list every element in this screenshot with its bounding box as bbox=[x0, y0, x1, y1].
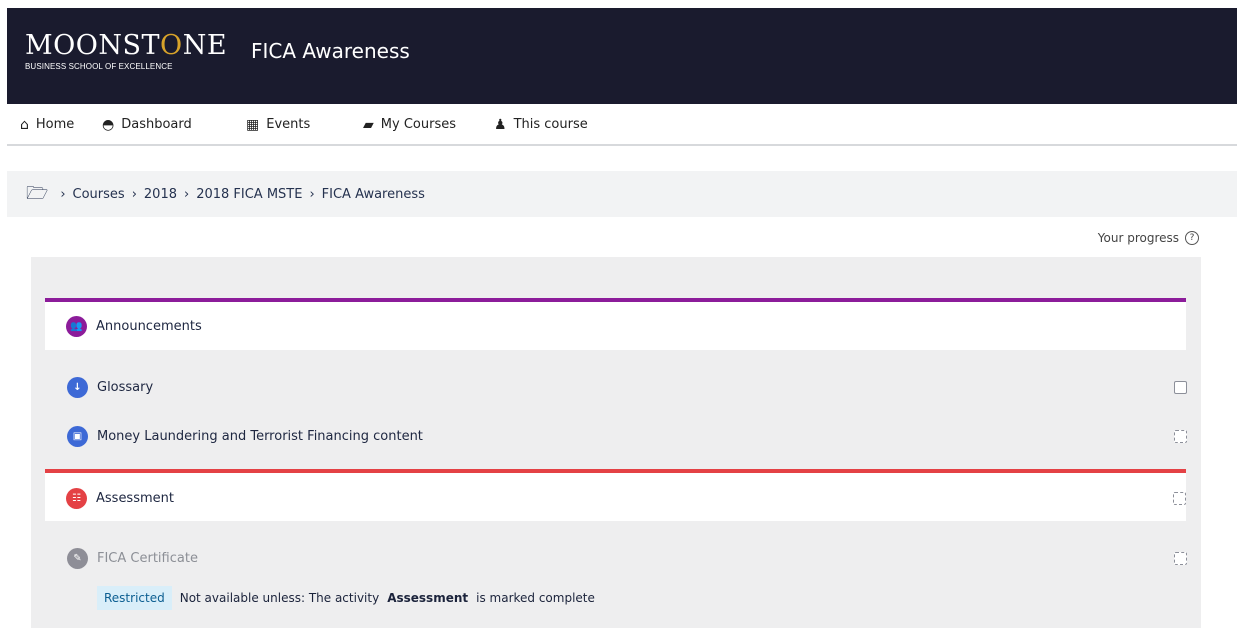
assessment-completion-indicator bbox=[1173, 492, 1186, 505]
section-assessment: ☷ Assessment bbox=[45, 469, 1186, 521]
content-completion-indicator bbox=[1174, 430, 1187, 443]
glossary-activity[interactable]: ↓ Glossary bbox=[67, 377, 153, 398]
nav-my-courses-link[interactable]: ▰ My Courses bbox=[363, 117, 456, 132]
nav-dashboard-label: Dashboard bbox=[121, 117, 192, 132]
dashboard-icon: ◓ bbox=[102, 116, 115, 133]
breadcrumb-separator-icon: › bbox=[184, 186, 190, 202]
quiz-icon: ☷ bbox=[66, 488, 87, 509]
logo-tagline: BUSINESS SCHOOL OF EXCELLENCE bbox=[25, 62, 173, 71]
content-title: Money Laundering and Terrorist Financing… bbox=[97, 429, 423, 444]
assessment-activity[interactable]: ☷ Assessment bbox=[66, 488, 174, 509]
breadcrumb-item-year[interactable]: 2018 bbox=[144, 187, 177, 202]
nav-home-link[interactable]: ⌂ Home bbox=[20, 117, 74, 132]
breadcrumb-item-category[interactable]: 2018 FICA MSTE bbox=[196, 187, 302, 202]
site-header: MOONSTONE BUSINESS SCHOOL OF EXCELLENCE … bbox=[7, 8, 1237, 104]
breadcrumb-separator-icon: › bbox=[309, 186, 315, 202]
restriction-prefix: Not available unless: The activity bbox=[179, 591, 380, 605]
your-progress-label: Your progress bbox=[1097, 231, 1179, 245]
nav-this-course-link[interactable]: ♟ This course bbox=[494, 117, 588, 132]
main-navigation: ⌂ Home ◓ Dashboard ▦ Events ▰ My Courses… bbox=[7, 104, 1237, 146]
restriction-suffix: is marked complete bbox=[476, 591, 595, 605]
section-announcements: 👥 Announcements bbox=[45, 298, 1186, 350]
briefcase-icon: ▰ bbox=[363, 116, 374, 133]
certificate-icon: ✎ bbox=[67, 548, 88, 569]
assessment-title: Assessment bbox=[96, 491, 174, 506]
forum-icon: 👥 bbox=[66, 316, 87, 337]
restriction-activity: Assessment bbox=[387, 591, 469, 605]
site-logo[interactable]: MOONSTONE BUSINESS SCHOOL OF EXCELLENCE bbox=[25, 30, 228, 72]
calendar-icon: ▦ bbox=[246, 116, 260, 133]
glossary-completion-checkbox[interactable] bbox=[1174, 381, 1187, 394]
nav-dashboard-link[interactable]: ◓ Dashboard bbox=[102, 117, 192, 132]
restriction-notice: Restricted Not available unless: The act… bbox=[97, 586, 595, 610]
folder-open-icon: 🗁 bbox=[26, 183, 49, 204]
course-content: 👥 Announcements ↓ Glossary ▣ Money Laund… bbox=[31, 257, 1201, 628]
certificate-title: FICA Certificate bbox=[97, 551, 198, 566]
certificate-activity: ✎ FICA Certificate bbox=[67, 548, 198, 569]
site-title[interactable]: FICA Awareness bbox=[251, 39, 410, 63]
breadcrumb-item-courses[interactable]: Courses bbox=[73, 187, 125, 202]
restricted-badge: Restricted bbox=[97, 586, 172, 610]
breadcrumb: 🗁 › Courses › 2018 › 2018 FICA MSTE › FI… bbox=[7, 171, 1237, 217]
content-activity[interactable]: ▣ Money Laundering and Terrorist Financi… bbox=[67, 426, 423, 447]
breadcrumb-separator-icon: › bbox=[60, 186, 66, 202]
page-icon: ▣ bbox=[67, 426, 88, 447]
nav-home-label: Home bbox=[35, 117, 75, 132]
breadcrumb-item-course[interactable]: FICA Awareness bbox=[322, 187, 425, 202]
glossary-title: Glossary bbox=[97, 380, 154, 395]
home-icon: ⌂ bbox=[20, 116, 29, 133]
help-icon[interactable]: ? bbox=[1185, 231, 1199, 245]
logo-wordmark: MOONSTONE bbox=[25, 30, 228, 61]
nav-events-label: Events bbox=[266, 117, 311, 132]
nav-this-course-label: This course bbox=[513, 117, 588, 132]
certificate-completion-indicator bbox=[1174, 552, 1187, 565]
your-progress: Your progress ? bbox=[1098, 231, 1199, 245]
glossary-icon: ↓ bbox=[67, 377, 88, 398]
breadcrumb-separator-icon: › bbox=[131, 186, 137, 202]
nav-events-link[interactable]: ▦ Events bbox=[246, 117, 310, 132]
announcements-title: Announcements bbox=[96, 319, 202, 334]
announcements-activity[interactable]: 👥 Announcements bbox=[66, 316, 202, 337]
nav-my-courses-label: My Courses bbox=[380, 117, 456, 132]
sitemap-icon: ♟ bbox=[494, 116, 507, 133]
